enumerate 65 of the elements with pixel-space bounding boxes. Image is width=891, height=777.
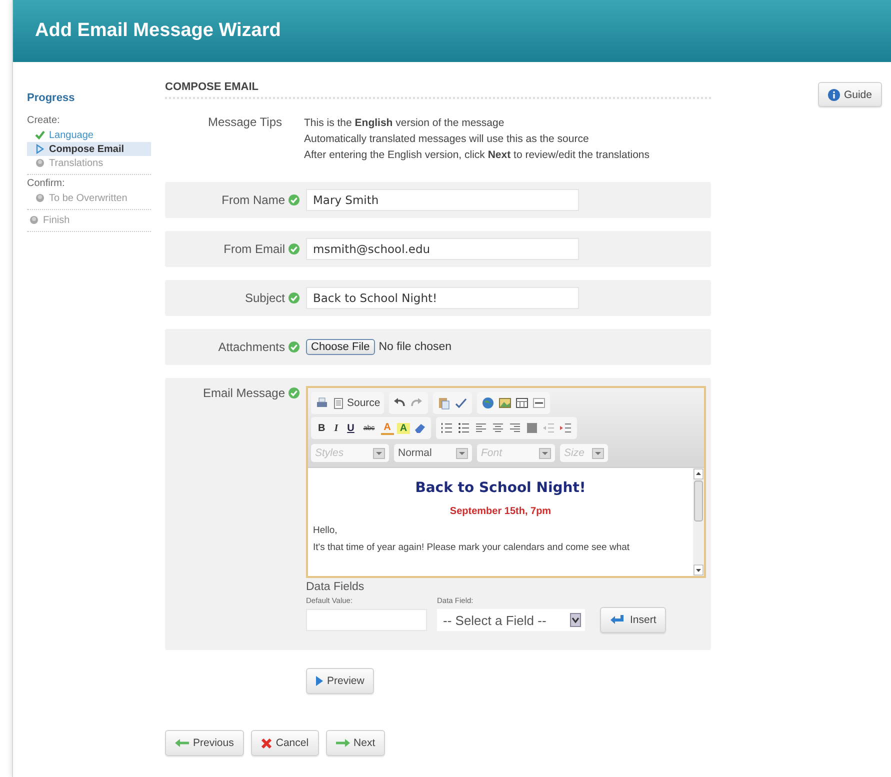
bullet-list-icon[interactable] <box>457 421 472 435</box>
indent-icon[interactable] <box>559 421 574 435</box>
eraser-icon[interactable] <box>413 421 428 435</box>
image-icon[interactable] <box>498 396 512 410</box>
section-heading: Confirm: <box>27 178 66 189</box>
align-left-icon[interactable] <box>474 421 488 435</box>
globe-icon[interactable] <box>481 396 496 410</box>
align-center-icon[interactable] <box>491 421 506 435</box>
document-icon <box>332 396 344 410</box>
progress-title: Progress <box>27 92 76 104</box>
field-select[interactable]: -- Select a Field -- <box>437 609 585 631</box>
spellcheck-icon[interactable] <box>454 396 468 410</box>
dot-icon <box>35 193 45 203</box>
numbered-list-icon[interactable] <box>440 421 454 435</box>
text-field[interactable]: msmith@school.edu <box>306 238 579 260</box>
field-label: Email Message <box>202 386 285 400</box>
subsection-title: Data Fields <box>306 581 366 593</box>
field-label: From Email <box>224 242 285 256</box>
left-arrow-icon <box>175 739 189 747</box>
paragraph-text: Hello, <box>313 525 338 536</box>
cancel-button[interactable]: Cancel <box>250 730 319 756</box>
text-field[interactable]: Mary Smith <box>306 189 579 211</box>
play-icon <box>316 676 323 686</box>
progress-step[interactable]: Language <box>27 128 151 142</box>
next-button[interactable]: Next <box>326 730 386 756</box>
window-title: Add Email Message Wizard <box>35 20 281 42</box>
return-arrow-icon <box>610 614 626 626</box>
tip-text: After entering the English version, click Next to review/edit the translations <box>304 148 650 163</box>
underline-button[interactable]: U <box>344 422 358 434</box>
bold-button[interactable]: B <box>315 422 328 434</box>
info-icon <box>828 88 840 100</box>
section-title: COMPOSE EMAIL <box>165 81 711 99</box>
printer-icon[interactable] <box>315 396 329 410</box>
dot-icon <box>35 158 45 168</box>
section-heading: Create: <box>27 115 61 126</box>
text-field[interactable]: Back to School Night! <box>306 287 579 309</box>
tip-text: This is the English version of the message <box>304 116 506 131</box>
field-label: Attachments <box>218 340 285 354</box>
default-value-field[interactable] <box>306 609 427 631</box>
triangle-icon <box>35 144 45 154</box>
italic-button[interactable]: I <box>331 422 342 434</box>
align-right-icon[interactable] <box>508 421 522 435</box>
check-icon <box>35 130 45 140</box>
field-label: Message Tips <box>206 115 283 131</box>
preview-button[interactable]: Preview <box>306 668 374 694</box>
table-icon[interactable] <box>515 396 530 410</box>
right-arrow-icon <box>336 739 350 747</box>
close-icon <box>260 738 272 748</box>
dot-icon <box>29 215 39 225</box>
insert-button[interactable]: Insert <box>600 607 666 633</box>
tip-text: Automatically translated messages will use this as the source <box>304 132 590 147</box>
choose-file-button[interactable]: Choose File <box>306 339 375 355</box>
field-label: Subject <box>244 291 285 305</box>
date-text: September 15th, 7pm <box>448 506 552 517</box>
clipboard-icon[interactable] <box>437 396 452 410</box>
justify-icon[interactable] <box>525 421 540 435</box>
guide-button[interactable]: Guide <box>818 82 882 107</box>
field-label: From Name <box>222 193 285 207</box>
progress-step[interactable]: Compose Email <box>27 142 151 156</box>
heading-text: Back to School Night! <box>414 480 587 496</box>
file-status: No file chosen <box>378 341 452 353</box>
previous-button[interactable]: Previous <box>165 730 244 756</box>
background-color-button[interactable]: A <box>396 422 410 434</box>
format-dropdown[interactable]: Normal <box>394 444 472 462</box>
paragraph-text: It's that time of year again! Please mark your calendars and come see what <box>313 542 631 553</box>
